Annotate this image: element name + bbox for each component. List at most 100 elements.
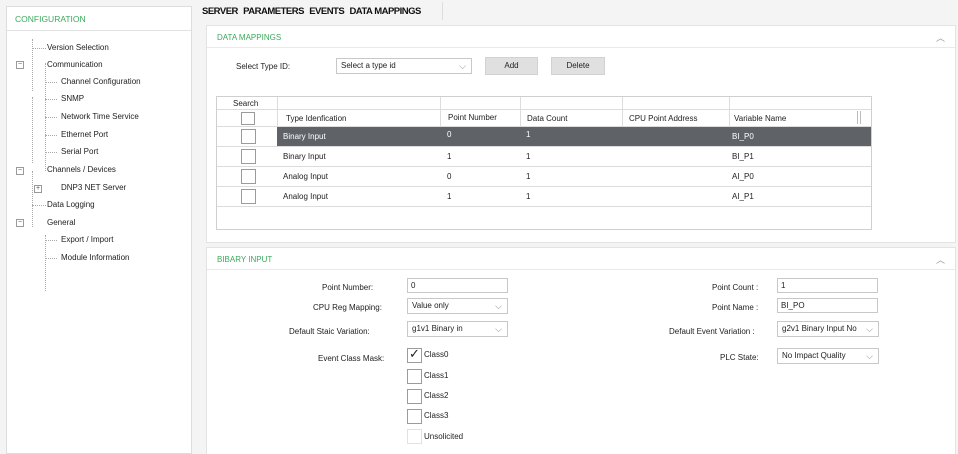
- plc-state-select[interactable]: No Impact Quality ⌵: [777, 348, 879, 364]
- event-class-mask-label: Event Class Mask:: [318, 354, 385, 363]
- tree-connector: [45, 117, 57, 118]
- table-cell-var[interactable]: BI_P1: [732, 152, 754, 161]
- collapse-icon[interactable]: −: [16, 219, 24, 227]
- unsolicited-label: Unsolicited: [424, 432, 464, 441]
- selected-row-highlight: [277, 127, 871, 146]
- cpu-reg-mapping-select[interactable]: Value only ⌵: [407, 298, 508, 314]
- table-cell-count[interactable]: 1: [526, 152, 530, 161]
- column-header-data-count[interactable]: Data Count: [527, 114, 567, 123]
- collapse-icon[interactable]: −: [16, 61, 24, 69]
- class3-label: Class3: [424, 411, 449, 420]
- table-cell-type[interactable]: Binary Input: [283, 152, 326, 161]
- tab-divider: [442, 2, 443, 20]
- row-checkbox[interactable]: [241, 129, 256, 144]
- panel-divider: [207, 47, 955, 48]
- tree-connector: [45, 235, 46, 291]
- point-name-input[interactable]: BI_PO: [777, 298, 878, 313]
- class3-checkbox[interactable]: [407, 409, 422, 424]
- chevron-down-icon: ⌵: [459, 61, 466, 71]
- column-header-point-number[interactable]: Point Number: [448, 113, 497, 122]
- type-id-select-value: Select a type id: [341, 61, 396, 70]
- chevron-down-icon: ⌵: [495, 324, 502, 334]
- column-header-cpu-point-address[interactable]: CPU Point Address: [629, 114, 697, 123]
- default-event-variation-select[interactable]: g2v1 Binary Input No ⌵: [777, 321, 879, 337]
- unsolicited-checkbox[interactable]: [407, 429, 422, 444]
- sidebar-item-network-time-service[interactable]: Network Time Service: [61, 110, 139, 124]
- tab-server[interactable]: SERVER: [202, 6, 238, 17]
- expand-icon[interactable]: +: [34, 185, 42, 193]
- chevron-down-icon: ⌵: [866, 351, 873, 361]
- column-header-type[interactable]: Type Idenfication: [286, 114, 346, 123]
- cpu-reg-mapping-value: Value only: [412, 301, 449, 310]
- tree-connector: [45, 82, 57, 83]
- tree-connector: [32, 97, 33, 163]
- class1-label: Class1: [424, 371, 449, 380]
- tab-parameters[interactable]: PARAMETERS: [243, 6, 304, 17]
- sidebar-item-communication[interactable]: Communication: [47, 58, 103, 72]
- type-id-select[interactable]: Select a type id ⌵: [336, 58, 472, 74]
- select-all-checkbox[interactable]: [241, 112, 255, 125]
- tree-connector: [45, 135, 57, 136]
- tree-connector: [45, 99, 57, 100]
- sidebar-item-module-information[interactable]: Module Information: [61, 251, 129, 265]
- column-header-variable-name[interactable]: Variable Name: [734, 114, 786, 123]
- default-static-variation-select[interactable]: g1v1 Binary in ⌵: [407, 321, 508, 337]
- default-event-variation-label: Default Event Variation :: [669, 327, 755, 336]
- point-count-input[interactable]: 1: [777, 278, 878, 293]
- sidebar-item-export-import[interactable]: Export / Import: [61, 233, 113, 247]
- search-header[interactable]: Search: [233, 99, 258, 108]
- add-button[interactable]: Add: [485, 57, 538, 75]
- table-cell-point[interactable]: 0: [447, 130, 451, 139]
- default-static-variation-value: g1v1 Binary in: [412, 324, 463, 333]
- sidebar-item-dnp3-net-server[interactable]: DNP3 NET Server: [61, 181, 126, 195]
- sidebar-item-ethernet-port[interactable]: Ethernet Port: [61, 128, 108, 142]
- panel-divider: [207, 269, 955, 270]
- class1-checkbox[interactable]: [407, 369, 422, 384]
- collapse-icon[interactable]: −: [16, 167, 24, 175]
- sidebar-header: CONFIGURATION: [7, 7, 191, 31]
- tree-connector: [45, 240, 57, 241]
- tree-connector: [45, 258, 57, 259]
- class0-checkbox[interactable]: ✓: [407, 346, 422, 363]
- table-cell-type[interactable]: Analog Input: [283, 192, 328, 201]
- sidebar-item-data-logging[interactable]: Data Logging: [47, 198, 95, 212]
- binary-input-title: BIBARY INPUT: [217, 255, 273, 264]
- class2-checkbox[interactable]: [407, 389, 422, 404]
- tree-connector: [45, 152, 57, 153]
- point-number-label: Point Number:: [322, 283, 374, 292]
- row-checkbox[interactable]: [241, 189, 256, 204]
- tab-events[interactable]: EVENTS: [309, 6, 345, 17]
- sidebar-item-channels-devices[interactable]: Channels / Devices: [47, 163, 116, 177]
- sidebar-item-channel-configuration[interactable]: Channel Configuration: [61, 75, 141, 89]
- table-cell-count[interactable]: 1: [526, 130, 530, 139]
- table-cell-var[interactable]: AI_P0: [732, 172, 754, 181]
- table-cell-var[interactable]: AI_P1: [732, 192, 754, 201]
- plc-state-label: PLC State:: [720, 353, 759, 362]
- table-cell-var[interactable]: BI_P0: [732, 132, 754, 141]
- configuration-sidebar: CONFIGURATION Version Selection − Commun…: [6, 6, 192, 454]
- sidebar-item-general[interactable]: General: [47, 216, 75, 230]
- table-cell-type[interactable]: Binary Input: [283, 132, 326, 141]
- tree-connector: [32, 48, 46, 49]
- table-cell-count[interactable]: 1: [526, 172, 530, 181]
- point-number-input[interactable]: 0: [407, 278, 508, 293]
- sidebar-item-serial-port[interactable]: Serial Port: [61, 145, 98, 159]
- sidebar-item-version-selection[interactable]: Version Selection: [47, 41, 109, 55]
- row-checkbox[interactable]: [241, 169, 256, 184]
- table-cell-point[interactable]: 1: [447, 152, 451, 161]
- sidebar-item-snmp[interactable]: SNMP: [61, 92, 84, 106]
- tree-connector: [32, 205, 46, 206]
- cpu-reg-mapping-label: CPU Reg Mapping:: [313, 303, 382, 312]
- point-name-label: Point Name :: [712, 303, 759, 312]
- table-cell-count[interactable]: 1: [526, 192, 530, 201]
- table-cell-type[interactable]: Analog Input: [283, 172, 328, 181]
- chevron-down-icon: ⌵: [866, 324, 873, 334]
- tab-data-mappings[interactable]: DATA MAPPINGS: [349, 6, 421, 17]
- chevron-up-icon[interactable]: ︿: [936, 253, 945, 266]
- checkmark-icon: ✓: [409, 346, 420, 361]
- table-cell-point[interactable]: 0: [447, 172, 451, 181]
- chevron-up-icon[interactable]: ︿: [936, 31, 945, 44]
- table-cell-point[interactable]: 1: [447, 192, 451, 201]
- delete-button[interactable]: Delete: [551, 57, 605, 75]
- row-checkbox[interactable]: [241, 149, 256, 164]
